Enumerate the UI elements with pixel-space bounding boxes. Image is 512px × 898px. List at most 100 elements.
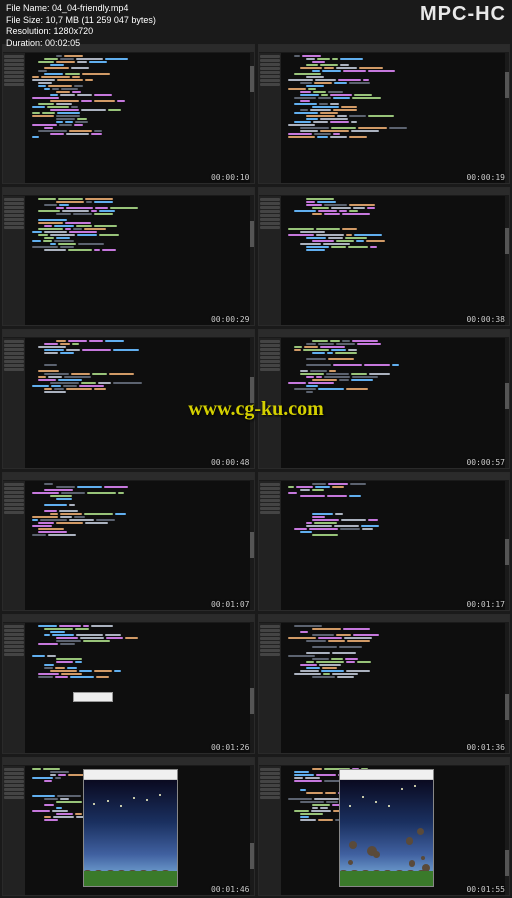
scroll-thumb[interactable] xyxy=(250,532,254,558)
ide-sidebar xyxy=(259,623,281,753)
thumbnail[interactable]: 00:00:48 xyxy=(2,329,255,469)
game-preview-window[interactable] xyxy=(339,769,434,887)
duration-value: 00:02:05 xyxy=(45,38,80,48)
ide-body xyxy=(259,196,510,326)
ide-sidebar xyxy=(259,338,281,468)
scroll-thumb[interactable] xyxy=(505,539,509,565)
ide-sidebar xyxy=(3,481,25,611)
star xyxy=(349,805,351,807)
scrollbar[interactable] xyxy=(250,196,254,326)
scroll-thumb[interactable] xyxy=(505,228,509,254)
ide-body xyxy=(3,338,254,468)
scroll-thumb[interactable] xyxy=(505,383,509,409)
thumbnail[interactable]: 00:01:17 xyxy=(258,472,511,612)
ide-menubar xyxy=(259,188,510,196)
game-canvas xyxy=(84,780,177,886)
scroll-thumb[interactable] xyxy=(250,66,254,92)
thumbnail-timestamp: 00:01:17 xyxy=(466,600,505,609)
scroll-thumb[interactable] xyxy=(250,843,254,869)
file-size-label: File Size: xyxy=(6,15,43,25)
star xyxy=(362,796,364,798)
game-asteroid xyxy=(349,841,357,849)
ide-body xyxy=(259,481,510,611)
thumbnail[interactable]: 00:00:10 xyxy=(2,44,255,184)
ide-sidebar xyxy=(259,481,281,611)
star xyxy=(93,803,95,805)
scrollbar[interactable] xyxy=(250,623,254,753)
star xyxy=(146,799,148,801)
ide-body xyxy=(3,481,254,611)
scroll-thumb[interactable] xyxy=(505,72,509,98)
scrollbar[interactable] xyxy=(505,53,509,183)
duration-label: Duration: xyxy=(6,38,43,48)
resolution-value: 1280x720 xyxy=(54,26,94,36)
scroll-thumb[interactable] xyxy=(250,221,254,247)
game-titlebar xyxy=(84,770,177,780)
game-asteroid xyxy=(417,828,424,835)
thumbnail-timestamp: 00:01:55 xyxy=(466,885,505,894)
thumbnail-timestamp: 00:01:46 xyxy=(211,885,250,894)
ide-sidebar xyxy=(3,196,25,326)
thumbnail[interactable]: 00:00:29 xyxy=(2,187,255,327)
player-logo: MPC-HC xyxy=(420,3,506,39)
thumbnail-timestamp: 00:01:36 xyxy=(466,743,505,752)
ide-body xyxy=(259,623,510,753)
scrollbar[interactable] xyxy=(505,623,509,753)
code-editor xyxy=(281,481,506,611)
scrollbar[interactable] xyxy=(250,338,254,468)
star xyxy=(375,801,377,803)
scroll-thumb[interactable] xyxy=(505,850,509,876)
code-editor xyxy=(25,338,250,468)
code-editor xyxy=(25,623,250,753)
scrollbar[interactable] xyxy=(505,196,509,326)
scrollbar[interactable] xyxy=(505,481,509,611)
scrollbar[interactable] xyxy=(250,481,254,611)
scrollbar[interactable] xyxy=(250,53,254,183)
thumbnail[interactable]: 00:01:36 xyxy=(258,614,511,754)
star xyxy=(414,785,416,787)
star xyxy=(401,788,403,790)
scroll-thumb[interactable] xyxy=(505,694,509,720)
ide-body xyxy=(259,338,510,468)
thumbnail-timestamp: 00:00:10 xyxy=(211,173,250,182)
scrollbar[interactable] xyxy=(250,766,254,896)
star xyxy=(133,797,135,799)
info-header: File Name: 04_04-friendly.mp4 File Size:… xyxy=(0,0,512,42)
game-ground xyxy=(340,871,433,886)
star xyxy=(388,805,390,807)
autocomplete-popup[interactable] xyxy=(73,692,113,702)
ide-sidebar xyxy=(3,766,25,896)
ide-menubar xyxy=(3,330,254,338)
thumbnail[interactable]: 00:01:26 xyxy=(2,614,255,754)
game-asteroid xyxy=(409,860,415,866)
star xyxy=(120,805,122,807)
ide-sidebar xyxy=(259,53,281,183)
code-editor xyxy=(281,53,506,183)
thumbnail-grid: 00:00:10 00:00:19 00:00:29 00:00:38 00:0… xyxy=(0,42,512,898)
code-editor xyxy=(25,196,250,326)
file-name-value: 04_04-friendly.mp4 xyxy=(52,3,128,13)
game-preview-window[interactable] xyxy=(83,769,178,887)
ide-sidebar xyxy=(3,338,25,468)
scrollbar[interactable] xyxy=(505,338,509,468)
star xyxy=(107,800,109,802)
ide-menubar xyxy=(259,473,510,481)
ide-menubar xyxy=(259,615,510,623)
thumbnail[interactable]: 00:00:57 xyxy=(258,329,511,469)
resolution-label: Resolution: xyxy=(6,26,51,36)
thumbnail[interactable]: 00:01:55 xyxy=(258,757,511,897)
game-asteroid xyxy=(373,851,380,858)
file-metadata: File Name: 04_04-friendly.mp4 File Size:… xyxy=(6,3,156,39)
thumbnail-timestamp: 00:01:26 xyxy=(211,743,250,752)
scroll-thumb[interactable] xyxy=(250,688,254,714)
thumbnail-timestamp: 00:00:57 xyxy=(466,458,505,467)
thumbnail[interactable]: 00:01:46 xyxy=(2,757,255,897)
thumbnail-timestamp: 00:00:48 xyxy=(211,458,250,467)
thumbnail[interactable]: 00:01:07 xyxy=(2,472,255,612)
code-editor xyxy=(281,623,506,753)
scrollbar[interactable] xyxy=(505,766,509,896)
scroll-thumb[interactable] xyxy=(250,377,254,403)
thumbnail[interactable]: 00:00:38 xyxy=(258,187,511,327)
thumbnail[interactable]: 00:00:19 xyxy=(258,44,511,184)
file-size-value: 10,7 MB (11 259 047 bytes) xyxy=(46,15,156,25)
